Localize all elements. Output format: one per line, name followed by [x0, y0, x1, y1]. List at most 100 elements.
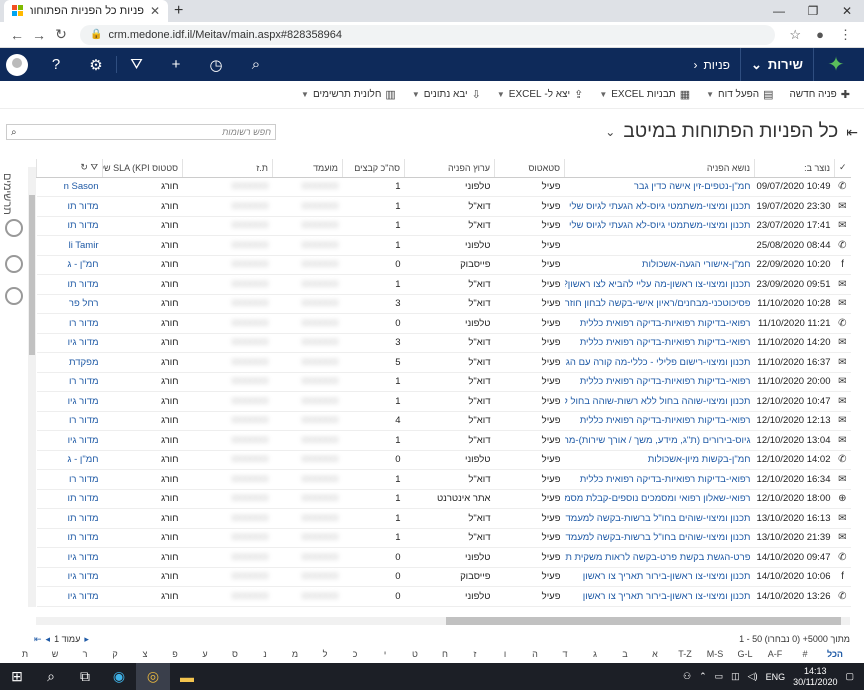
app-logo[interactable]: ✦ [814, 48, 858, 81]
pin-icon[interactable]: ⇤ [846, 124, 858, 141]
alpha-filter-item[interactable]: ב [610, 649, 640, 663]
reload-icon[interactable]: ↻ [50, 26, 72, 43]
cell-subject[interactable] [564, 235, 755, 256]
scroll-thumb[interactable] [29, 195, 35, 355]
profile-icon[interactable]: ● [816, 27, 824, 42]
table-row[interactable]: ✉ 10:47 12/10/2020 תכנון ומיצוי-שוהה בחול … [36, 391, 851, 412]
alpha-filter-item[interactable]: א [640, 649, 670, 663]
filter-icon[interactable]: ⛛ [90, 162, 98, 172]
help-icon[interactable]: ? [36, 56, 76, 73]
cell-subject[interactable]: תכנון ומיצוי-צו ראשון-בירור תאריך צו ראש… [564, 567, 755, 587]
task-view-icon[interactable]: ⧉ [68, 668, 102, 685]
cell-owner[interactable]: מדור גיו [36, 567, 103, 587]
alpha-filter-item[interactable]: ט [400, 649, 430, 663]
col-candidate[interactable]: מועמד [272, 159, 343, 178]
cell-owner[interactable]: חמ"ן - ג [36, 450, 103, 470]
cell-subject[interactable]: רפואי-בדיקות רפואיות-בדיקה רפואית כללית [564, 313, 755, 334]
alpha-filter-item[interactable]: G-L [730, 649, 760, 663]
create-icon[interactable]: + [156, 56, 196, 73]
select-all-checkbox[interactable]: ✓ [834, 159, 851, 178]
search-icon[interactable]: ⌕ [11, 127, 17, 138]
cell-owner[interactable]: רחל פר [36, 294, 103, 314]
cell-owner[interactable]: מדור תו [36, 489, 103, 509]
col-files[interactable]: סה"כ קבצים [342, 159, 405, 178]
cell-subject[interactable]: תכנון ומיצוי-שוהה בחול ללא רשות-שוהה בחו… [564, 391, 755, 412]
language-indicator[interactable]: ENG [766, 672, 786, 682]
cell-subject[interactable]: תכנון ומיצוי-שוהים בחו"ל ברשות-בקשה למעמ… [564, 508, 755, 529]
cell-owner[interactable]: מדור גיו [36, 430, 103, 451]
alpha-filter-item[interactable]: צ [130, 649, 160, 663]
cell-owner[interactable]: li Tamir [36, 235, 103, 256]
cell-owner[interactable]: מדור רו [36, 469, 103, 490]
vertical-scrollbar[interactable] [28, 167, 36, 607]
cell-subject[interactable]: חמ"ן-בקשות מיון-אשכולות [564, 450, 755, 470]
network-icon[interactable]: ◫ [731, 671, 740, 682]
charts-pane-button[interactable]: ▥ חלונית תרשימים ▼ [293, 88, 404, 101]
table-row[interactable]: ✉ 21:39 13/10/2020 תכנון ומיצוי-שוהים בחו"… [36, 528, 851, 548]
url-field[interactable]: 🔒 crm.medone.idf.il/Meitav/main.aspx#828… [80, 24, 776, 45]
cell-subject[interactable]: גיוס-בירורים (ת"ג, מידע, משך / אורך שירו… [564, 430, 755, 451]
alpha-filter-item[interactable]: T-Z [670, 649, 700, 663]
table-row[interactable]: ✉ 09:51 23/09/2020 תכנון ומיצוי-צו ראשון-מ… [36, 274, 851, 295]
first-page-icon[interactable]: ⇤ [34, 634, 42, 645]
table-row[interactable]: ✉ 16:13 13/10/2020 תכנון ומיצוי-שוהים בחו"… [36, 508, 851, 529]
col-channel[interactable]: ערוץ הפניה [404, 159, 495, 178]
line-chart-icon[interactable] [5, 287, 23, 305]
alpha-filter-item[interactable]: ש [40, 649, 70, 663]
history-icon[interactable]: ◷ [196, 56, 236, 74]
charts-sidebar-label[interactable]: תרשימים [1, 173, 13, 215]
restore-icon[interactable]: ❐ [796, 0, 830, 22]
show-hidden-icon[interactable]: ⌃ [699, 671, 707, 682]
cell-subject[interactable]: רפואי-בדיקות רפואיות-בדיקה רפואית כללית [564, 333, 755, 353]
col-id[interactable]: ת.ז [182, 159, 273, 178]
horizontal-scrollbar[interactable] [36, 617, 850, 625]
cell-subject[interactable]: תכנון ומיצוי-משתמטי גיוס-לא הגעתי לגיוס … [564, 216, 755, 236]
alpha-filter-item[interactable]: ע [190, 649, 220, 663]
alpha-filter-item[interactable]: ת [10, 649, 40, 663]
view-selector[interactable]: ⇤ כל הפניות הפתוחות במיטב ⌄ [605, 121, 858, 143]
table-row[interactable]: ✉ 10:28 11/10/2020 פסיכוטכני-מבחנים/ראיון … [36, 294, 851, 314]
next-page-icon[interactable]: ▸ [84, 634, 89, 645]
cell-owner[interactable]: מדור תו [36, 508, 103, 529]
cell-subject[interactable]: חמ"ן-נטפים-זין אישה כדין גבר [564, 177, 755, 197]
new-tab-icon[interactable]: + [174, 2, 183, 20]
alpha-filter-item[interactable]: ג [580, 649, 610, 663]
cell-owner[interactable]: מפקדת [36, 352, 103, 373]
search-icon[interactable]: ⌕ [236, 56, 276, 73]
cell-subject[interactable]: תכנון ומיצוי-משתמטי גיוס-לא הגעתי לגיוס … [564, 196, 755, 217]
table-row[interactable]: ✉ 12:13 12/10/2020 רפואי-בדיקות רפואיות-בד… [36, 411, 851, 431]
alpha-filter-item[interactable]: # [790, 649, 820, 663]
cell-owner[interactable]: מדור רו [36, 411, 103, 431]
alpha-filter-item[interactable]: ו [490, 649, 520, 663]
alpha-filter-item[interactable]: ז [460, 649, 490, 663]
col-tools[interactable]: ⛛ ↻ [36, 159, 103, 178]
table-row[interactable]: ✉ 17:41 23/07/2020 תכנון ומיצוי-משתמטי גיו… [36, 216, 851, 236]
table-row[interactable]: f 10:20 22/09/2020 חמ"ן-אישורי הגעה-אשכולו… [36, 255, 851, 275]
alpha-filter-item[interactable]: מ [280, 649, 310, 663]
table-row[interactable]: ✉ 13:04 12/10/2020 גיוס-בירורים (ת"ג, מידע… [36, 430, 851, 451]
browser-tab[interactable]: פניות כל הפניות הפתוחות במיטב ✕ [4, 0, 168, 22]
nav-requests-menu[interactable]: פניות ‹ [683, 58, 740, 72]
cell-owner[interactable]: n Sason [36, 177, 103, 197]
prev-page-icon[interactable]: ◂ [46, 634, 51, 645]
cell-subject[interactable]: רפואי-בדיקות רפואיות-בדיקה רפואית כללית [564, 469, 755, 490]
alpha-filter-item[interactable]: ח [430, 649, 460, 663]
cell-subject[interactable]: חמ"ן-אישורי הגעה-אשכולות [564, 255, 755, 275]
alpha-filter-item[interactable]: ר [70, 649, 100, 663]
table-row[interactable]: ✆ 08:44 25/08/2020 פעיל טלפוני 1 0000000 00000… [36, 235, 851, 256]
nav-service-menu[interactable]: שירות ⌄ [741, 57, 813, 73]
alpha-filter-item[interactable]: י [370, 649, 400, 663]
table-row[interactable]: ✉ 20:00 11/10/2020 רפואי-בדיקות רפואיות-בד… [36, 372, 851, 392]
pie-chart-icon[interactable] [5, 255, 23, 273]
table-row[interactable]: ✉ 23:30 19/07/2020 תכנון ומיצוי-משתמטי גיו… [36, 196, 851, 217]
cell-owner[interactable]: מדור רו [36, 313, 103, 334]
windows-start-icon[interactable]: ⊞ [0, 668, 34, 685]
back-icon[interactable]: ← [6, 27, 28, 43]
close-tab-icon[interactable]: ✕ [150, 4, 160, 18]
notifications-icon[interactable]: ▢ [845, 671, 854, 682]
cell-owner[interactable]: מדור גיו [36, 586, 103, 607]
cell-owner[interactable]: מדור תו [36, 216, 103, 236]
alpha-filter-item[interactable]: פ [160, 649, 190, 663]
edge-icon[interactable]: ◉ [102, 668, 136, 685]
table-row[interactable]: ⊕ 18:00 12/10/2020 רפואי-שאלון רפואי ומסמכ… [36, 489, 851, 509]
